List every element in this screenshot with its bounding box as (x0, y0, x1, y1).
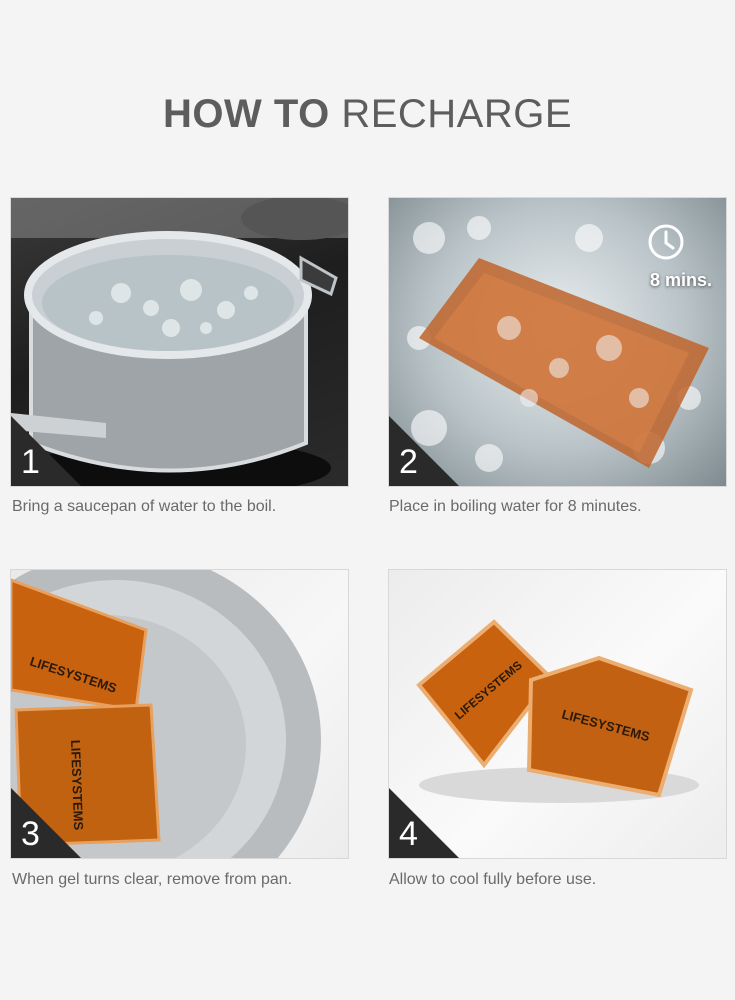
page-title: HOW TO RECHARGE (0, 92, 735, 137)
step-2-image: 8 mins. 2 (388, 197, 727, 487)
step-4-image: LIFESYSTEMS LIFESYSTEMS 4 (388, 569, 727, 859)
step-1-caption: Bring a saucepan of water to the boil. (12, 498, 277, 515)
step-4-number: 4 (399, 815, 418, 853)
step-3-caption: When gel turns clear, remove from pan. (12, 871, 293, 888)
title-light: RECHARGE (341, 92, 573, 136)
step-1-image: 1 (10, 197, 349, 487)
step-2-number: 2 (399, 443, 418, 481)
step-4-caption: Allow to cool fully before use. (389, 871, 597, 888)
step-1-number: 1 (21, 443, 40, 481)
title-bold: HOW TO (162, 92, 330, 136)
step-2-caption: Place in boiling water for 8 minutes. (389, 498, 642, 515)
clock-icon (648, 224, 684, 260)
step-3-number: 3 (21, 815, 40, 853)
step-3-image: LIFESYSTEMS LIFESYSTEMS 3 (10, 569, 349, 859)
timer-label: 8 mins. (649, 270, 712, 290)
